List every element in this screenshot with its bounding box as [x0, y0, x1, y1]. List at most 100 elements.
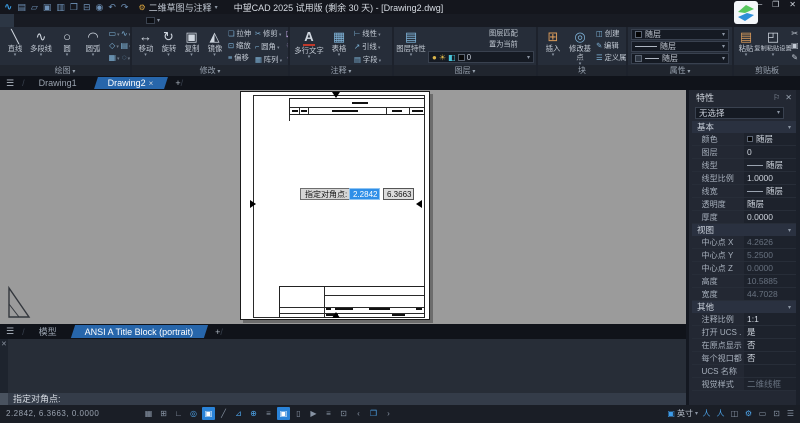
- ribbon-tab-insert[interactable]: [28, 14, 42, 27]
- display-monitor-icon[interactable]: ▭: [756, 407, 769, 420]
- join-icon[interactable]: ●: [286, 52, 288, 64]
- property-row[interactable]: 每个视口都... 否: [692, 352, 796, 365]
- ribbon-tab-view[interactable]: [42, 14, 56, 27]
- customize-menu-icon[interactable]: ☰: [784, 407, 797, 420]
- explode-icon[interactable]: ✳: [286, 40, 288, 52]
- set-current-layer-button[interactable]: 置为当前: [489, 40, 518, 50]
- property-row[interactable]: 颜色 随层: [692, 133, 796, 146]
- grid-display-icon[interactable]: ▦: [142, 407, 155, 420]
- property-row[interactable]: 线型 随层: [692, 159, 796, 172]
- ribbon-tab-geo[interactable]: [126, 14, 140, 27]
- revision-cloud-icon[interactable]: ∿: [120, 28, 130, 40]
- property-row[interactable]: 在原点显示 ... 否: [692, 339, 796, 352]
- offset-button[interactable]: ≡偏移: [228, 52, 251, 63]
- redo-icon[interactable]: ↷: [121, 0, 129, 14]
- mirror-button[interactable]: ◭镜像: [203, 28, 226, 64]
- property-row[interactable]: 中心点 Y 5.2500: [692, 249, 796, 262]
- command-prompt[interactable]: 指定对角点:: [0, 393, 686, 405]
- property-row[interactable]: UCS 名称: [692, 365, 796, 378]
- point-icon[interactable]: ◌: [120, 52, 130, 64]
- polyline-button[interactable]: ∿多段线: [28, 28, 54, 64]
- copy-paste-settings-button[interactable]: ◰ 复制粘贴设置: [756, 28, 790, 64]
- undo-icon[interactable]: ↶: [108, 0, 116, 14]
- property-row[interactable]: 打开 UCS ... 是: [692, 326, 796, 339]
- layout-tab[interactable]: ANSI A Title Block (portrait): [71, 324, 208, 339]
- annotation-scale-sync-icon[interactable]: ◫: [728, 407, 741, 420]
- ribbon-tab-online[interactable]: [98, 14, 112, 27]
- units-selector[interactable]: ▣ 英寸 ▾: [667, 408, 698, 419]
- command-close-icon[interactable]: ✕: [1, 340, 7, 348]
- property-row[interactable]: 注释比例 1:1: [692, 313, 796, 326]
- arc-button[interactable]: ◠圆弧: [80, 28, 106, 64]
- property-row[interactable]: 视觉样式 二维线框: [692, 378, 796, 391]
- gradient-icon[interactable]: ▦: [108, 52, 120, 64]
- array-button[interactable]: ▦阵列: [255, 55, 282, 65]
- property-row[interactable]: 宽度 44.7028: [692, 288, 796, 301]
- dynamic-ucs-icon[interactable]: ⊿: [232, 407, 245, 420]
- define-attributes-button[interactable]: ☰定义属性: [596, 52, 626, 63]
- save-icon[interactable]: ▣: [43, 0, 52, 14]
- lineweight-dropdown[interactable]: 随层 ▾: [631, 53, 729, 64]
- dynamic-input-y-field[interactable]: 6.3663: [383, 188, 414, 200]
- section-header-view[interactable]: 视图▾: [692, 224, 796, 236]
- quick-properties-icon[interactable]: ▯: [292, 407, 305, 420]
- next-status-icon[interactable]: ›: [382, 407, 395, 420]
- section-header-misc[interactable]: 其他▾: [692, 301, 796, 313]
- mtext-button[interactable]: A 多行文字: [292, 28, 326, 64]
- field-button[interactable]: ▤字段: [354, 55, 381, 65]
- fillet-button[interactable]: ⌐圆角: [255, 42, 282, 54]
- linear-dimension-button[interactable]: ⊢线性: [354, 29, 381, 41]
- pin-icon[interactable]: ⚐: [773, 93, 780, 102]
- property-row[interactable]: 线宽 随层: [692, 185, 796, 198]
- table-button[interactable]: ▦ 表格: [326, 28, 352, 64]
- section-header-general[interactable]: 基本▾: [692, 121, 796, 133]
- viewport-grip-bottom[interactable]: [332, 312, 340, 318]
- prev-status-icon[interactable]: ‹: [352, 407, 365, 420]
- close-panel-icon[interactable]: ✕: [785, 93, 792, 102]
- lineweight-display-icon[interactable]: ≡: [262, 407, 275, 420]
- command-window[interactable]: ✕ 指定对角点:: [0, 339, 686, 405]
- ribbon-tab-manage[interactable]: [70, 14, 84, 27]
- zwcad-logo-badge[interactable]: [734, 1, 758, 24]
- copy-button[interactable]: ▣复制: [180, 28, 203, 64]
- dynamic-input-x-field[interactable]: 2.2842: [349, 188, 380, 200]
- draw-panel-label[interactable]: 绘图: [0, 65, 130, 76]
- viewport-grip-left[interactable]: [250, 200, 256, 208]
- layer-match-button[interactable]: 图层匹配: [489, 29, 518, 39]
- ribbon-tab-home[interactable]: [0, 14, 14, 27]
- property-row[interactable]: 高度 10.5885: [692, 275, 796, 288]
- paper-space-canvas[interactable]: 指定对角点: 2.2842 6.3663: [0, 90, 686, 324]
- polar-tracking-icon[interactable]: ◎: [187, 407, 200, 420]
- clean-screen-icon[interactable]: ❐: [367, 407, 380, 420]
- new-file-icon[interactable]: ▤: [17, 0, 26, 14]
- object-color-dropdown[interactable]: 随层 ▾: [631, 29, 729, 40]
- save-as-icon[interactable]: ▥: [56, 0, 65, 14]
- layout-paper-sheet[interactable]: [240, 91, 430, 320]
- preview-icon[interactable]: ◉: [95, 0, 103, 14]
- property-row[interactable]: 中心点 X 4.2626: [692, 236, 796, 249]
- clipboard-panel-label[interactable]: 剪贴板: [734, 65, 800, 76]
- selection-dropdown[interactable]: 无选择 ▾: [695, 107, 784, 119]
- viewport-grip-right[interactable]: [416, 200, 422, 208]
- stretch-button[interactable]: ❏拉伸: [228, 28, 251, 39]
- property-row[interactable]: 图层 0: [692, 146, 796, 159]
- drawing1-tab[interactable]: Drawing1: [25, 76, 94, 90]
- hatch-icon[interactable]: ▤: [120, 40, 130, 52]
- object-snap-icon[interactable]: ▣: [202, 407, 215, 420]
- close-button[interactable]: ✕: [789, 0, 796, 9]
- object-properties-panel-label[interactable]: 属性: [628, 65, 732, 76]
- edit-block-button[interactable]: ✎编辑: [596, 40, 626, 51]
- ortho-mode-icon[interactable]: ∟: [172, 407, 185, 420]
- selection-cycling-icon[interactable]: ▶: [307, 407, 320, 420]
- create-block-button[interactable]: ◫创建: [596, 28, 626, 39]
- annotation-visibility-icon[interactable]: 人: [700, 407, 713, 420]
- line-button[interactable]: ╲直线: [2, 28, 28, 64]
- rectangle-icon[interactable]: ▭: [108, 28, 120, 40]
- edit-base-point-button[interactable]: ◎ 修改基点: [566, 28, 594, 64]
- settings-gear-icon[interactable]: ⚙: [742, 407, 755, 420]
- annotate-panel-label[interactable]: 注释: [290, 65, 392, 76]
- tab-menu-icon[interactable]: ☰: [6, 78, 14, 89]
- linetype-dropdown[interactable]: 随层 ▾: [631, 41, 729, 52]
- snap-mode-icon[interactable]: ⊞: [157, 407, 170, 420]
- match-properties-icon[interactable]: ✎: [791, 52, 799, 64]
